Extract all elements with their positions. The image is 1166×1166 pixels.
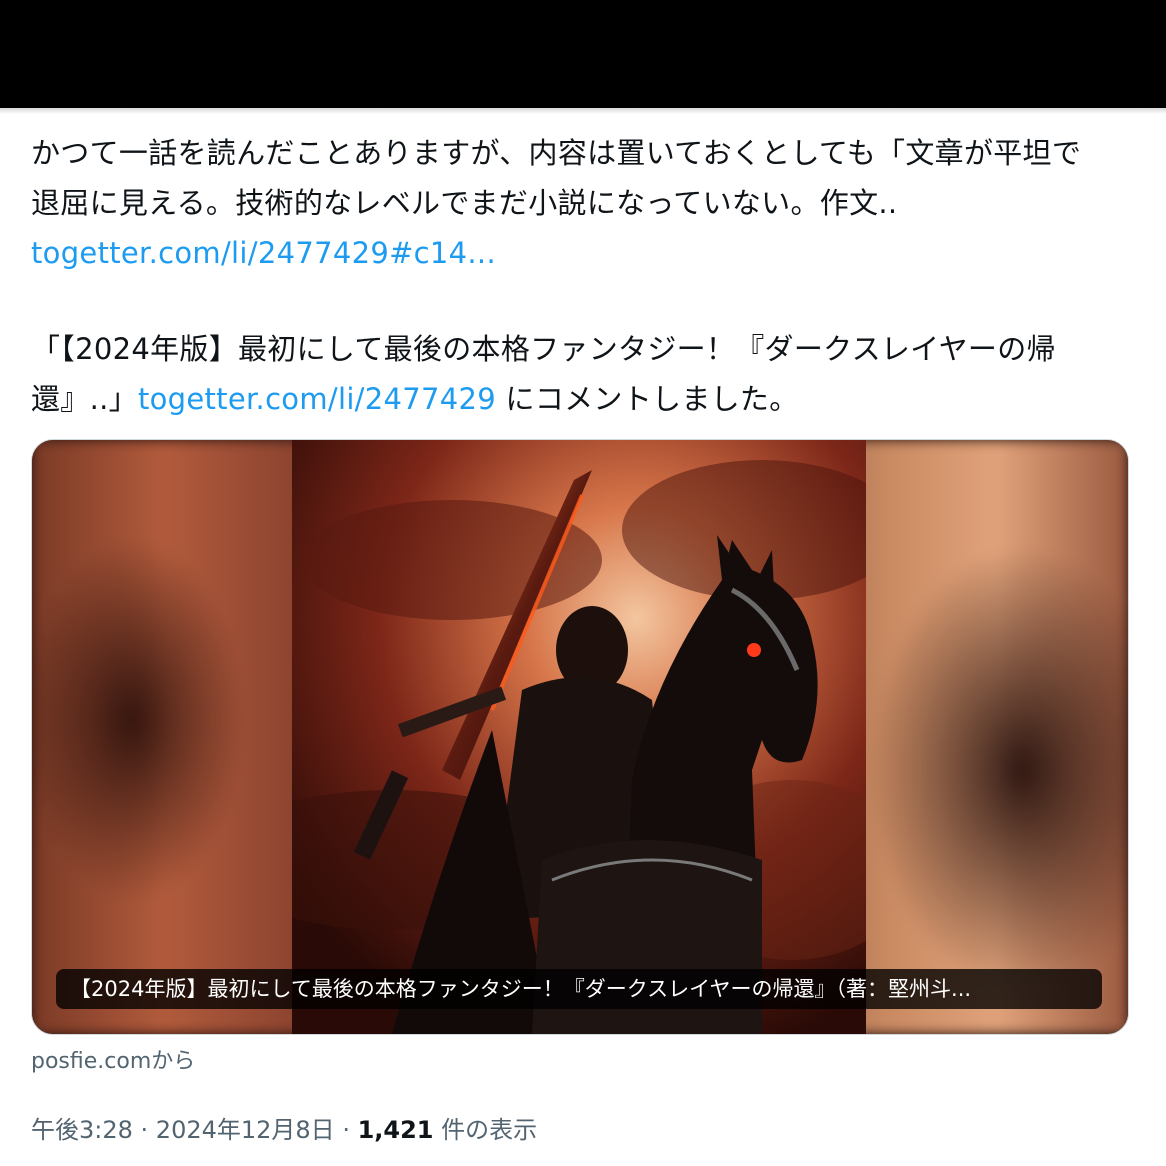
tweet-line-4-suffix: にコメントしました。: [496, 382, 799, 416]
tweet-link-1[interactable]: togetter.com/li/2477429#c14...: [31, 236, 496, 270]
tweet-link-2[interactable]: togetter.com/li/2477429: [138, 382, 496, 416]
tweet-line-2: 退屈に見える。技術的なレベルでまだ小説になっていない。作文..: [31, 186, 898, 220]
view-count: 1,421: [357, 1116, 434, 1144]
tweet-line-1: かつて一話を読んだことありますが、内容は置いておくとしても「文章が平坦で: [31, 136, 1082, 170]
link-preview-card[interactable]: 【2024年版】最初にして最後の本格ファンタジー！『ダークスレイヤーの帰還』（著…: [31, 439, 1129, 1035]
meta-separator: ·: [132, 1116, 156, 1144]
tweet-meta: 午後3:28 · 2024年12月8日 · 1,421 件の表示: [31, 1110, 537, 1145]
tweet-time[interactable]: 午後3:28: [31, 1116, 133, 1144]
tweet-text: かつて一話を読んだことありますが、内容は置いておくとしても「文章が平坦で 退屈に…: [31, 128, 1141, 424]
top-black-bar: [0, 0, 1166, 108]
tweet-line-3: 「【2024年版】最初にして最後の本格ファンタジー！『ダークスレイヤーの帰: [31, 332, 1056, 366]
tweet-line-4-prefix: 還』..」: [31, 382, 138, 416]
meta-separator: ·: [334, 1116, 358, 1144]
card-source: posfie.comから: [31, 1049, 196, 1074]
card-image[interactable]: [292, 440, 866, 1034]
dark-rider-illustration: [292, 440, 866, 1034]
tweet-date[interactable]: 2024年12月8日: [156, 1116, 335, 1144]
card-caption: 【2024年版】最初にして最後の本格ファンタジー！『ダークスレイヤーの帰還』（著…: [56, 969, 1102, 1009]
tweet-line-4: 還』..」togetter.com/li/2477429 にコメントしました。: [31, 374, 1141, 424]
top-bar-shadow: [0, 108, 1166, 114]
view-count-label: 件の表示: [433, 1116, 538, 1144]
